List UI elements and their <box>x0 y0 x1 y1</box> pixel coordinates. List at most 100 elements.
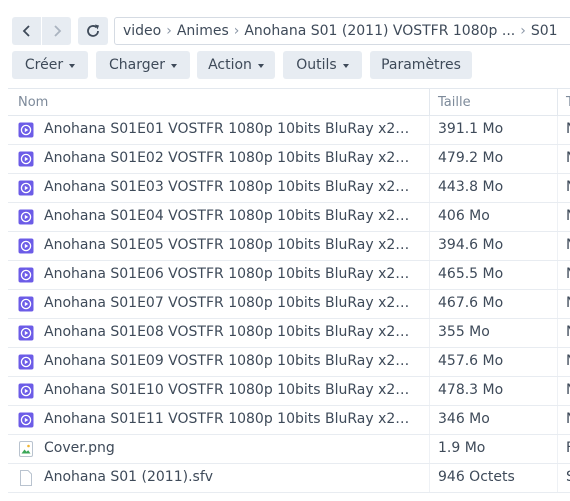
cell-divider <box>429 261 430 289</box>
breadcrumb[interactable]: video › Animes › Anohana S01 (2011) VOST… <box>114 17 570 45</box>
file-type: N <box>566 382 570 398</box>
cell-divider <box>557 377 558 405</box>
file-size: 946 Octets <box>438 469 515 485</box>
cell-divider <box>429 348 430 376</box>
file-size: 406 Mo <box>438 208 490 224</box>
cell-divider <box>429 435 430 463</box>
breadcrumb-item-animes[interactable]: Animes <box>177 23 229 39</box>
action-button[interactable]: Action <box>197 51 275 79</box>
cell-divider <box>557 406 558 434</box>
file-list-header: Nom Taille T <box>8 88 570 117</box>
file-row[interactable]: Anohana S01E04 VOSTFR 1080p 10bits BluRa… <box>8 203 570 232</box>
file-row[interactable]: Anohana S01E01 VOSTFR 1080p 10bits BluRa… <box>8 116 570 145</box>
file-type: N <box>566 411 570 427</box>
file-type: N <box>566 324 570 340</box>
cell-divider <box>429 203 430 231</box>
video-file-icon <box>18 296 34 312</box>
file-type: N <box>566 353 570 369</box>
file-size: 478.3 Mo <box>438 382 504 398</box>
video-file-icon <box>18 325 34 341</box>
breadcrumb-separator: › <box>233 23 240 39</box>
file-name[interactable]: Anohana S01E08 VOSTFR 1080p 10bits BluRa… <box>44 324 416 340</box>
file-type: N <box>566 266 570 282</box>
breadcrumb-item-s01[interactable]: S01 <box>531 23 558 39</box>
video-file-icon <box>18 209 34 225</box>
breadcrumb-item-video[interactable]: video <box>123 23 161 39</box>
file-name[interactable]: Cover.png <box>44 440 416 456</box>
cell-divider <box>429 406 430 434</box>
video-file-icon <box>18 383 34 399</box>
video-file-icon <box>18 412 34 428</box>
file-row[interactable]: Anohana S01E07 VOSTFR 1080p 10bits BluRa… <box>8 290 570 319</box>
file-row[interactable]: Anohana S01E08 VOSTFR 1080p 10bits BluRa… <box>8 319 570 348</box>
image-file-icon <box>18 441 34 457</box>
cell-divider <box>557 174 558 202</box>
file-size: 346 Mo <box>438 411 490 427</box>
breadcrumb-item-anohana[interactable]: Anohana S01 (2011) VOSTFR 1080p ... <box>244 23 515 39</box>
file-size: 1.9 Mo <box>438 440 486 456</box>
tools-button-label: Outils <box>296 57 337 73</box>
file-size: 394.6 Mo <box>438 237 504 253</box>
cell-divider <box>557 261 558 289</box>
back-button[interactable] <box>12 17 41 45</box>
breadcrumb-separator: › <box>166 23 172 39</box>
settings-button[interactable]: Paramètres <box>370 51 472 79</box>
action-button-label: Action <box>208 57 252 73</box>
file-row[interactable]: Anohana S01E11 VOSTFR 1080p 10bits BluRa… <box>8 406 570 435</box>
file-size: 391.1 Mo <box>438 121 504 137</box>
cell-divider <box>557 203 558 231</box>
file-name[interactable]: Anohana S01E02 VOSTFR 1080p 10bits BluRa… <box>44 150 416 166</box>
tools-button[interactable]: Outils <box>283 51 362 79</box>
file-row[interactable]: Anohana S01E05 VOSTFR 1080p 10bits BluRa… <box>8 232 570 261</box>
file-type: N <box>566 150 570 166</box>
file-row[interactable]: Anohana S01E09 VOSTFR 1080p 10bits BluRa… <box>8 348 570 377</box>
file-name[interactable]: Anohana S01E10 VOSTFR 1080p 10bits BluRa… <box>44 382 416 398</box>
create-button[interactable]: Créer <box>12 51 88 79</box>
file-row[interactable]: Anohana S01E06 VOSTFR 1080p 10bits BluRa… <box>8 261 570 290</box>
file-size: 467.6 Mo <box>438 295 504 311</box>
file-size: 465.5 Mo <box>438 266 504 282</box>
video-file-icon <box>18 180 34 196</box>
file-row[interactable]: Anohana S01E02 VOSTFR 1080p 10bits BluRa… <box>8 145 570 174</box>
file-size: 443.8 Mo <box>438 179 504 195</box>
file-name[interactable]: Anohana S01E11 VOSTFR 1080p 10bits BluRa… <box>44 411 416 427</box>
file-row[interactable]: Anohana S01E10 VOSTFR 1080p 10bits BluRa… <box>8 377 570 406</box>
column-divider[interactable] <box>557 89 558 117</box>
file-row[interactable]: Anohana S01E03 VOSTFR 1080p 10bits BluRa… <box>8 174 570 203</box>
file-name[interactable]: Anohana S01E03 VOSTFR 1080p 10bits BluRa… <box>44 179 416 195</box>
file-row[interactable]: Cover.png 1.9 Mo F <box>8 435 570 464</box>
file-name[interactable]: Anohana S01E06 VOSTFR 1080p 10bits BluRa… <box>44 266 416 282</box>
file-name[interactable]: Anohana S01E01 VOSTFR 1080p 10bits BluRa… <box>44 121 416 137</box>
refresh-icon <box>87 24 99 37</box>
video-file-icon <box>18 267 34 283</box>
file-name[interactable]: Anohana S01E04 VOSTFR 1080p 10bits BluRa… <box>44 208 416 224</box>
cell-divider <box>557 290 558 318</box>
file-row[interactable]: Anohana S01 (2011).sfv 946 Octets S <box>8 464 570 493</box>
file-name[interactable]: Anohana S01E05 VOSTFR 1080p 10bits BluRa… <box>44 237 416 253</box>
column-header-size[interactable]: Taille <box>438 95 471 110</box>
column-header-type[interactable]: T <box>566 95 570 110</box>
video-file-icon <box>18 354 34 370</box>
file-size: 355 Mo <box>438 324 490 340</box>
caret-down-icon <box>257 64 264 68</box>
generic-file-icon <box>18 470 34 486</box>
forward-button[interactable] <box>42 17 71 45</box>
file-name[interactable]: Anohana S01 (2011).sfv <box>44 469 416 485</box>
upload-button[interactable]: Charger <box>96 51 190 79</box>
cell-divider <box>429 174 430 202</box>
file-type: N <box>566 179 570 195</box>
file-name[interactable]: Anohana S01E07 VOSTFR 1080p 10bits BluRa… <box>44 295 416 311</box>
create-button-label: Créer <box>24 57 64 73</box>
file-type: F <box>566 440 570 456</box>
caret-down-icon <box>69 64 76 68</box>
column-header-name[interactable]: Nom <box>18 95 48 110</box>
file-name[interactable]: Anohana S01E09 VOSTFR 1080p 10bits BluRa… <box>44 353 416 369</box>
upload-button-label: Charger <box>109 57 165 73</box>
column-divider[interactable] <box>429 89 430 117</box>
breadcrumb-separator: › <box>520 23 526 39</box>
chevron-right-icon <box>53 25 61 37</box>
refresh-button[interactable] <box>78 17 108 45</box>
cell-divider <box>429 319 430 347</box>
caret-down-icon <box>342 64 349 68</box>
file-size: 457.6 Mo <box>438 353 504 369</box>
